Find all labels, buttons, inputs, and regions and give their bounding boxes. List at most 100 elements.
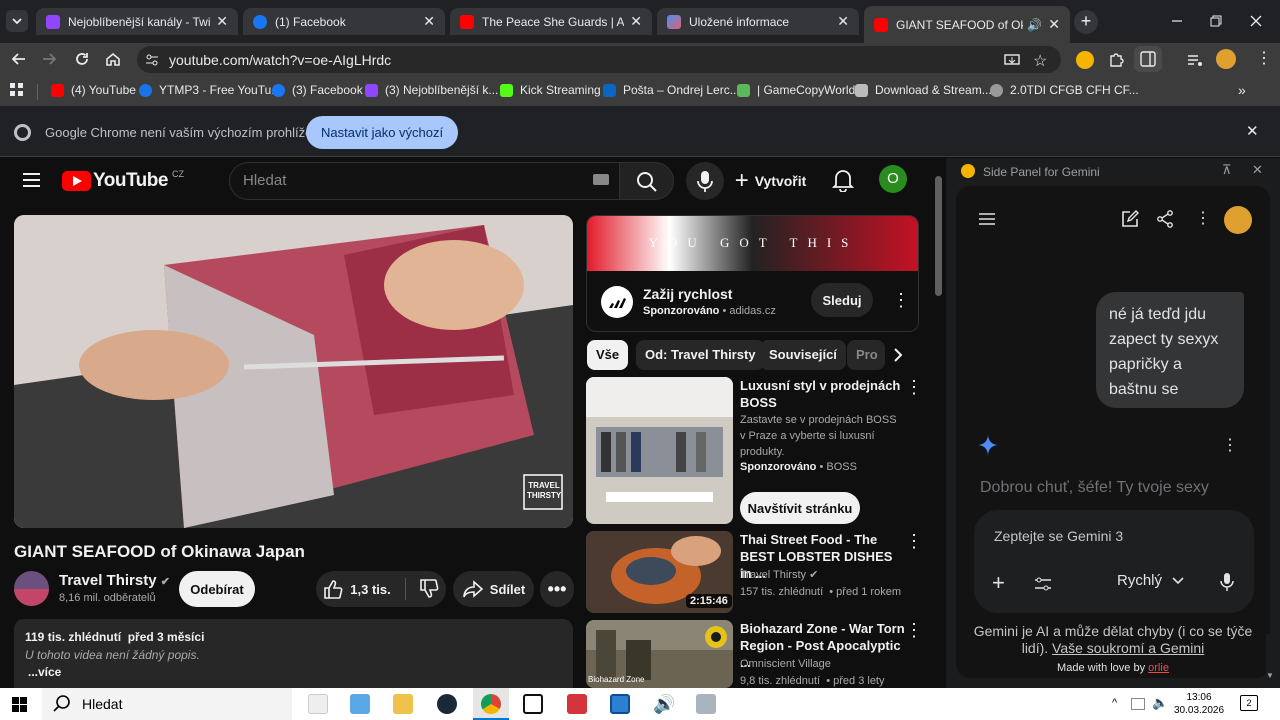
speaker-icon[interactable]: 🔊 (1027, 18, 1042, 32)
voice-search-button[interactable] (686, 162, 724, 200)
chevron-right-icon[interactable]: » (1238, 82, 1246, 98)
bookmark-posta[interactable]: Pošta – Ondrej Lerc... (603, 83, 740, 97)
more-vert-icon[interactable]: ⋮ (892, 290, 910, 311)
close-icon[interactable]: ✕ (837, 13, 849, 30)
more-link[interactable]: ...více (28, 665, 61, 679)
volume-icon[interactable]: 🔈 (1152, 695, 1168, 711)
tab-twitch[interactable]: Nejoblíbenější kanály - Twitch ✕ (36, 8, 238, 35)
bookmark-gamecopyworld[interactable]: | GameCopyWorld (737, 83, 855, 97)
close-icon[interactable]: ✕ (1048, 16, 1060, 33)
prompt-input[interactable]: Zeptejte se Gemini 3 (994, 528, 1123, 544)
tab-facebook[interactable]: (1) Facebook ✕ (243, 8, 445, 35)
tab-giant-seafood[interactable]: GIANT SEAFOOD of Okinaw 🔊 ✕ (864, 6, 1070, 43)
more-vert-icon[interactable]: ⋮ (1256, 49, 1272, 69)
create-button[interactable]: + Vytvořit (730, 163, 811, 199)
close-icon[interactable]: ✕ (423, 13, 435, 30)
side-panel-button[interactable] (1134, 46, 1162, 72)
star-icon[interactable]: ☆ (1033, 51, 1047, 71)
channel-name[interactable]: Travel Thirsty (59, 572, 157, 589)
home-button[interactable] (104, 50, 122, 68)
chip-for-you[interactable]: Pro (847, 340, 885, 370)
new-tab-button[interactable]: + (1074, 10, 1098, 34)
epic-games-icon[interactable] (523, 694, 543, 714)
tab-ulozene-informace[interactable]: Uložené informace ✕ (657, 8, 859, 35)
more-vert-icon[interactable]: ⋮ (905, 377, 923, 398)
maximize-button[interactable] (1207, 12, 1225, 30)
extension-emoji-icon[interactable] (1076, 51, 1094, 69)
audio-app-icon[interactable]: 🔊 (653, 694, 675, 714)
close-icon[interactable]: ✕ (1252, 162, 1263, 178)
close-icon[interactable]: ✕ (630, 13, 642, 30)
bookmark-ytmp3[interactable]: YTMP3 - Free YouTu... (139, 83, 281, 97)
youtube-logo[interactable]: YouTube CZ (62, 169, 184, 192)
url-text[interactable]: youtube.com/watch?v=oe-AIgLHrdc (169, 52, 391, 68)
reaper-icon[interactable] (567, 694, 587, 714)
user-avatar[interactable] (1224, 206, 1252, 234)
description-box[interactable]: 119 tis. zhlédnutí před 3 měsíci U tohot… (14, 619, 573, 688)
page-scrollbar[interactable] (932, 166, 944, 686)
more-vert-icon[interactable]: ⋮ (905, 620, 923, 641)
share-button[interactable]: Sdílet (453, 571, 534, 607)
keyboard-icon[interactable] (593, 174, 609, 185)
install-app-icon[interactable] (1004, 52, 1020, 68)
gemini-menu-button[interactable] (978, 212, 996, 226)
subscribe-button[interactable]: Odebírat (179, 571, 255, 607)
menu-button[interactable] (22, 171, 42, 189)
media-control-button[interactable] (1186, 51, 1204, 69)
chip-all[interactable]: Vše (587, 340, 629, 370)
account-avatar[interactable]: O (879, 165, 907, 193)
search-input[interactable]: Hledat (229, 162, 619, 200)
bookmark-youtube[interactable]: (4) YouTube (51, 83, 136, 97)
bookmark-2tdi[interactable]: 2.0TDI CFGB CFH CF... (990, 83, 1139, 97)
prompt-box[interactable]: Zeptejte se Gemini 3 + Rychlý (974, 510, 1254, 613)
tools-button[interactable] (1034, 576, 1052, 592)
notifications-button[interactable] (832, 168, 854, 192)
apps-grid-icon[interactable] (10, 83, 24, 97)
new-chat-button[interactable] (1121, 210, 1139, 228)
start-button[interactable] (12, 697, 28, 713)
share-chat-button[interactable] (1156, 210, 1174, 228)
search-button[interactable] (619, 162, 674, 200)
network-icon[interactable] (1131, 698, 1145, 710)
set-default-button[interactable]: Nastavit jako výchozí (306, 116, 459, 149)
chevron-up-icon[interactable]: ^ (1112, 697, 1117, 709)
chip-related[interactable]: Související (760, 340, 846, 370)
video-player[interactable]: TRAVEL THIRSTY (14, 215, 573, 528)
more-actions-button[interactable]: ••• (540, 571, 574, 607)
taskbar-search[interactable]: Hledat (42, 688, 292, 720)
bookmark-twitch[interactable]: (3) Nejoblíbenější k... (365, 83, 498, 97)
more-vert-icon[interactable]: ⋮ (905, 531, 923, 552)
tab-search-button[interactable] (6, 10, 28, 32)
folder-icon[interactable] (393, 694, 413, 714)
microphone-button[interactable] (1220, 572, 1234, 592)
author-link[interactable]: orlie (1148, 662, 1169, 674)
forward-button[interactable] (40, 50, 58, 68)
close-icon[interactable]: ✕ (1246, 122, 1259, 140)
notification-center-icon[interactable]: 2 (1240, 695, 1258, 711)
dislike-button[interactable] (406, 578, 440, 600)
add-attachment-icon[interactable]: + (992, 570, 1005, 596)
bookmark-facebook[interactable]: (3) Facebook (272, 83, 363, 97)
steam-icon[interactable] (437, 694, 457, 714)
profile-avatar[interactable] (1216, 49, 1236, 69)
pin-icon[interactable]: ⊼ (1222, 162, 1232, 178)
rec-video-biohazard[interactable]: Biohazard Zone Biohazard Zone - War Torn… (586, 620, 926, 688)
visit-site-button[interactable]: Navštívit stránku (740, 492, 860, 524)
site-info-icon[interactable] (145, 53, 159, 67)
channel-avatar[interactable] (14, 571, 49, 606)
more-vert-icon[interactable]: ⋮ (1222, 435, 1238, 455)
rec-ad-boss[interactable]: Luxusní styl v prodejnách BOSS Zastavte … (586, 377, 926, 524)
clock[interactable]: 13:06 30.03.2026 (1174, 691, 1224, 717)
side-panel-scrollbar[interactable]: ▼ (1266, 634, 1274, 680)
control-panel-icon[interactable] (350, 694, 370, 714)
rec-video-thai-lobster[interactable]: 2:15:46 Thai Street Food - The BEST LOBS… (586, 531, 926, 613)
ad-card[interactable]: YOU GOT THIS Zažij rychlost Sponzorováno… (586, 215, 919, 332)
address-bar[interactable]: youtube.com/watch?v=oe-AIgLHrdc ☆ (137, 46, 1061, 73)
tab-peace-she-guards[interactable]: The Peace She Guards | Ambien ✕ (450, 8, 652, 35)
app-icon[interactable] (610, 694, 630, 714)
chrome-taskbar-button[interactable] (473, 688, 509, 720)
like-button[interactable]: 1,3 tis. (322, 578, 406, 600)
mode-selector[interactable]: Rychlý (1117, 572, 1188, 589)
follow-button[interactable]: Sleduj (811, 283, 873, 317)
file-icon[interactable] (308, 694, 328, 714)
